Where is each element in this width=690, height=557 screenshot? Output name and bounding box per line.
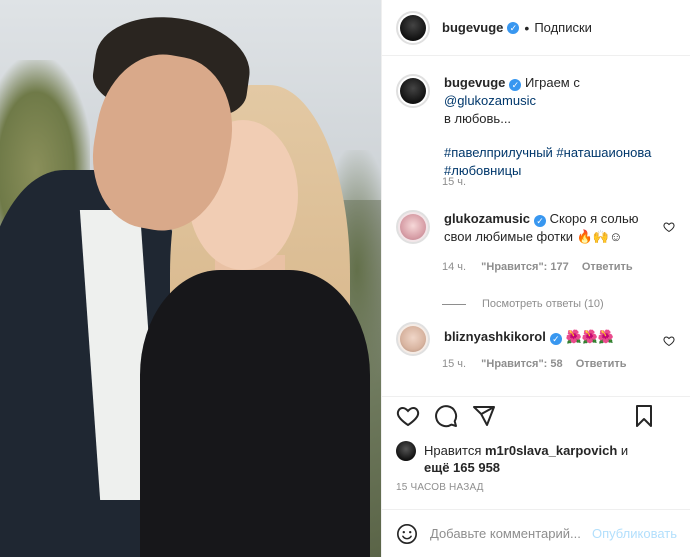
likes-suffix: и <box>620 443 629 458</box>
liker-username[interactable]: m1r0slava_karpovich <box>485 443 617 458</box>
comment-time[interactable]: 15 ч. <box>442 358 466 370</box>
likes-summary: Нравится m1r0slava_karpovich и ещё 165 9… <box>396 441 629 476</box>
post-photo[interactable] <box>0 0 381 557</box>
reply-button[interactable]: Ответить <box>582 261 633 273</box>
verified-icon: ✓ <box>549 333 562 345</box>
comment-input[interactable] <box>430 526 590 541</box>
post-timestamp[interactable]: 15 ЧАСОВ НАЗАД <box>396 482 484 493</box>
commenter-avatar[interactable] <box>396 210 430 244</box>
comment-icon[interactable] <box>434 404 458 428</box>
caption-text-cont: в любовь... <box>444 111 512 126</box>
comment-text: 🌺🌺🌺 <box>565 329 615 344</box>
bookmark-icon[interactable] <box>632 404 656 428</box>
liker-avatar[interactable] <box>396 441 416 461</box>
share-icon[interactable] <box>472 404 496 428</box>
comment-likes[interactable]: "Нравится": 58 <box>481 358 562 370</box>
comment-time[interactable]: 14 ч. <box>442 261 466 273</box>
caption-username[interactable]: bugevuge <box>444 75 505 90</box>
separator-dot: • <box>524 19 530 36</box>
commenter-avatar[interactable] <box>396 322 430 356</box>
caption-hashtags[interactable]: #павелприлучный #наташаионова <box>444 145 651 160</box>
smile-icon[interactable] <box>396 523 418 545</box>
comment-like-icon[interactable] <box>663 221 675 233</box>
reply-button[interactable]: Ответить <box>576 358 627 370</box>
caption-mention[interactable]: @glukozamusic <box>444 93 536 108</box>
likes-count[interactable]: ещё 165 958 <box>424 460 500 475</box>
comment-meta: 15 ч. "Нравится": 58 Ответить <box>442 358 627 370</box>
add-comment-bar: Опубликовать <box>382 509 690 557</box>
author-username[interactable]: bugevuge <box>442 20 503 35</box>
view-replies-button[interactable]: Посмотреть ответы (10) <box>442 298 604 310</box>
verified-icon: ✓ <box>507 21 520 34</box>
heart-icon[interactable] <box>396 404 420 428</box>
comment-emoji: 🔥🙌☺ <box>576 229 623 244</box>
author-avatar[interactable] <box>396 10 430 45</box>
instagram-post: bugevuge ✓ • Подписки bugevuge ✓ Играем с… <box>0 0 690 557</box>
caption: bugevuge ✓ Играем с @glukozamusic в любов… <box>396 74 674 180</box>
post-sidebar: bugevuge ✓ • Подписки bugevuge ✓ Играем с… <box>381 0 690 557</box>
verified-icon: ✓ <box>509 79 522 91</box>
likes-prefix: Нравится <box>424 443 482 458</box>
comments-section: bugevuge ✓ Играем с @glukozamusic в любов… <box>382 56 690 396</box>
comment-meta: 14 ч. "Нравится": 177 Ответить <box>442 261 633 273</box>
comment-likes[interactable]: "Нравится": 177 <box>481 261 569 273</box>
comment-text-cont: свои любимые фотки <box>444 229 574 244</box>
post-header: bugevuge ✓ • Подписки <box>382 0 690 56</box>
publish-button[interactable]: Опубликовать <box>592 526 677 541</box>
comment-like-icon[interactable] <box>663 335 675 347</box>
caption-time[interactable]: 15 ч. <box>442 176 466 188</box>
caption-text: Играем с <box>525 75 580 90</box>
comment: glukozamusic ✓ Скоро я солью свои любимые… <box>396 210 659 246</box>
caption-avatar[interactable] <box>396 74 430 108</box>
comment-username[interactable]: bliznyashkikorol <box>444 329 546 344</box>
verified-icon: ✓ <box>533 215 546 227</box>
following-button[interactable]: Подписки <box>534 20 592 35</box>
comment-username[interactable]: glukozamusic <box>444 211 530 226</box>
comment-text: Скоро я солью <box>549 211 639 226</box>
view-replies-label: Посмотреть ответы (10) <box>482 298 604 310</box>
comment: bliznyashkikorol ✓ 🌺🌺🌺 <box>396 322 664 356</box>
